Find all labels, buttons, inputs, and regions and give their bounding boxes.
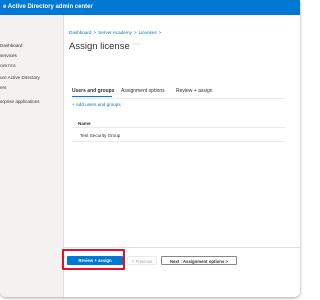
sidebar-item-enterprise-apps[interactable]: erprise applications: [0, 98, 64, 106]
review-assign-button[interactable]: Review + assign: [67, 256, 123, 265]
app-title: e Active Directory admin center: [3, 4, 93, 10]
table-header-name: Name: [72, 119, 285, 128]
footer-bar: Review + assign < Previous Next : Assign…: [64, 247, 300, 271]
page-title: Assign license: [69, 41, 130, 52]
tab-assignment-options[interactable]: Assignment options: [121, 88, 165, 94]
sidebar-item-azure-ad[interactable]: ure Active Directory: [0, 74, 64, 82]
tab-users-and-groups[interactable]: Users and groups: [72, 88, 115, 94]
sidebar: Dashboard services ORITES ure Active Dir…: [0, 15, 64, 297]
sidebar-section-favorites: ORITES: [0, 64, 16, 68]
next-assignment-options-button[interactable]: Next : Assignment options >: [161, 256, 237, 265]
table-cell-name: Test Security Group: [80, 133, 121, 138]
top-bar: e Active Directory admin center: [0, 0, 300, 15]
breadcrumb: Dashboard > Server Academy > Licenses >: [69, 30, 163, 35]
breadcrumb-separator: >: [158, 30, 162, 35]
admin-center-window: e Active Directory admin center Dashboar…: [0, 0, 300, 297]
breadcrumb-server-academy[interactable]: Server Academy: [98, 30, 132, 35]
previous-button[interactable]: < Previous: [127, 256, 157, 265]
table-row[interactable]: Test Security Group: [72, 129, 285, 142]
sidebar-item-dashboard[interactable]: Dashboard: [0, 42, 64, 50]
more-options-icon[interactable]: ···: [132, 41, 141, 48]
sidebar-item-all-services[interactable]: services: [0, 52, 64, 60]
breadcrumb-dashboard[interactable]: Dashboard: [69, 30, 91, 35]
add-users-and-groups-link[interactable]: + Add users and groups: [72, 102, 121, 107]
tabs-divider: [72, 98, 285, 99]
breadcrumb-licenses[interactable]: Licenses: [139, 30, 157, 35]
breadcrumb-separator: >: [93, 30, 97, 35]
breadcrumb-separator: >: [133, 30, 137, 35]
sidebar-item-users[interactable]: ers: [0, 84, 64, 92]
tab-review-assign[interactable]: Review + assign: [176, 88, 213, 94]
